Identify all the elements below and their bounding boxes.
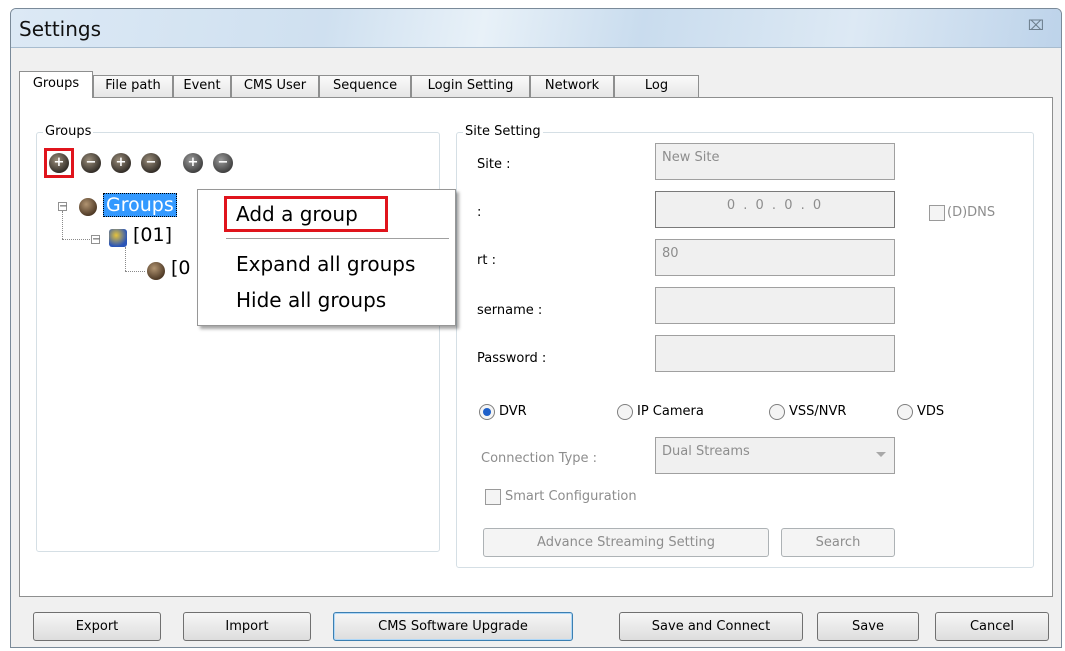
ip-address-input[interactable]: 0 . 0 . 0 . 0 — [655, 191, 895, 228]
username-label: sername : — [477, 303, 543, 318]
vss-nvr-label: VSS/NVR — [789, 404, 847, 419]
site-icon — [109, 229, 127, 247]
ddns-label: (D)DNS — [947, 205, 996, 220]
menu-item-hide-all-groups[interactable]: Hide all groups — [236, 288, 386, 312]
remove-site-icon[interactable]: − — [141, 153, 161, 173]
dvr-radio[interactable] — [479, 404, 495, 420]
add-a-group-highlight — [224, 196, 388, 232]
ip-label: : — [477, 205, 482, 220]
tab-event[interactable]: Event — [173, 75, 231, 97]
add-channel-icon[interactable]: + — [183, 153, 203, 173]
save-and-connect-button[interactable]: Save and Connect — [619, 612, 803, 641]
add-group-highlight — [44, 148, 74, 178]
site-input[interactable]: New Site — [655, 143, 895, 180]
remove-channel-icon[interactable]: − — [213, 153, 233, 173]
connection-type-select[interactable]: Dual Streams — [655, 437, 895, 474]
tree-node-groups[interactable]: Groups — [103, 193, 177, 217]
context-menu: Add a group Expand all groups Hide all g… — [197, 189, 456, 326]
title-bar[interactable]: Settings ⌧ — [11, 9, 1061, 48]
advance-streaming-button[interactable]: Advance Streaming Setting — [483, 528, 769, 557]
collapse-child-icon[interactable]: − — [91, 235, 100, 245]
add-site-icon[interactable]: + — [111, 153, 131, 173]
tab-log[interactable]: Log — [614, 75, 699, 97]
tab-sequence[interactable]: Sequence — [319, 75, 411, 97]
tab-groups[interactable]: Groups — [19, 71, 93, 98]
chevron-down-icon — [876, 452, 886, 457]
site-label: Site : — [477, 157, 511, 172]
tab-file-path[interactable]: File path — [93, 75, 173, 97]
site-setting-groupbox: Site Setting Site : New Site : 0 . 0 . 0… — [456, 124, 1034, 568]
tree-connector — [125, 247, 126, 271]
cms-software-upgrade-button[interactable]: CMS Software Upgrade — [333, 612, 573, 641]
tree-connector — [62, 211, 63, 239]
smart-configuration-label: Smart Configuration — [505, 489, 637, 504]
remove-group-icon[interactable]: − — [81, 153, 101, 173]
group-folder-icon — [79, 198, 97, 216]
collapse-root-icon[interactable]: − — [58, 202, 67, 212]
tree-node-channel[interactable]: [0 — [171, 257, 191, 279]
window-title: Settings — [19, 17, 102, 41]
groups-tab-panel: Groups + − + − + − − Groups − [01] [0 Si… — [19, 97, 1053, 597]
ip-camera-label: IP Camera — [637, 404, 704, 419]
ddns-checkbox[interactable] — [929, 205, 945, 221]
port-label: rt : — [477, 253, 496, 268]
channel-icon — [147, 262, 165, 280]
connection-type-label: Connection Type : — [481, 451, 598, 466]
search-button[interactable]: Search — [781, 528, 895, 557]
username-input[interactable] — [655, 287, 895, 324]
site-setting-legend: Site Setting — [463, 124, 543, 139]
tree-node-01[interactable]: [01] — [133, 224, 172, 246]
settings-window: Settings ⌧ Groups File path Event CMS Us… — [10, 8, 1062, 648]
export-button[interactable]: Export — [33, 612, 161, 641]
menu-separator — [226, 238, 449, 239]
tree-connector — [125, 271, 145, 272]
port-input[interactable]: 80 — [655, 239, 895, 276]
password-input[interactable] — [655, 335, 895, 372]
tab-cms-user[interactable]: CMS User — [231, 75, 319, 97]
tab-login-setting[interactable]: Login Setting — [411, 75, 530, 97]
smart-configuration-checkbox[interactable] — [485, 489, 501, 505]
menu-item-expand-all-groups[interactable]: Expand all groups — [236, 252, 415, 276]
tab-network[interactable]: Network — [530, 75, 614, 97]
close-icon[interactable]: ⌧ — [1025, 17, 1047, 35]
cancel-button[interactable]: Cancel — [935, 612, 1049, 641]
connection-type-value: Dual Streams — [662, 444, 750, 459]
vds-label: VDS — [917, 404, 945, 419]
password-label: Password : — [477, 351, 547, 366]
save-button[interactable]: Save — [817, 612, 919, 641]
ip-camera-radio[interactable] — [617, 404, 633, 420]
vss-nvr-radio[interactable] — [769, 404, 785, 420]
vds-radio[interactable] — [897, 404, 913, 420]
import-button[interactable]: Import — [183, 612, 311, 641]
groups-legend: Groups — [43, 124, 94, 139]
dvr-label: DVR — [499, 404, 527, 419]
